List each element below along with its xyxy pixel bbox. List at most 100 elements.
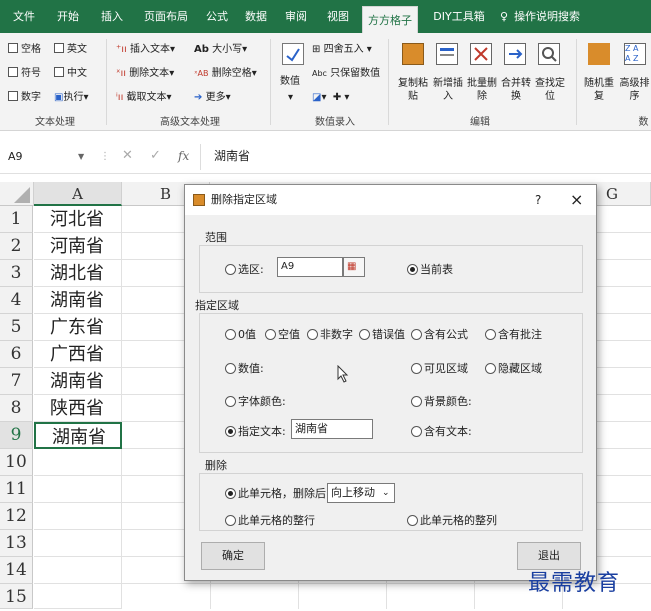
selection-radio[interactable]: 选区:	[225, 263, 264, 277]
close-icon[interactable]: ×	[570, 185, 583, 215]
number-value-radio[interactable]: 数值:	[225, 362, 264, 376]
selection-input[interactable]: A9	[277, 257, 343, 277]
delete-space-button[interactable]: ˣAB 删除空格▾	[194, 67, 257, 81]
specified-text-radio[interactable]: 指定文本:	[225, 425, 286, 439]
fx-button[interactable]: fx	[178, 149, 189, 163]
checkbox-space[interactable]: 空格	[8, 43, 41, 57]
more-button[interactable]: ➔ 更多▾	[194, 91, 231, 105]
tab-view[interactable]: 视图	[318, 0, 358, 33]
cell[interactable]: 广西省	[34, 341, 122, 368]
insert-text-icon: ⁺ıı	[116, 44, 127, 55]
random-repeat-button[interactable]: 随机重复	[582, 77, 616, 103]
active-cell[interactable]: 湖南省	[34, 422, 122, 449]
row-header[interactable]: 15	[0, 584, 33, 609]
cell[interactable]	[34, 503, 122, 530]
cell[interactable]: 湖南省	[34, 287, 122, 314]
round-button[interactable]: ⊞ 四舍五入 ▾	[312, 43, 372, 57]
cell[interactable]: 河北省	[34, 206, 122, 233]
cell[interactable]: 陕西省	[34, 395, 122, 422]
tab-data[interactable]: 数据	[238, 0, 274, 33]
tab-search[interactable]: ♀ 操作说明搜索	[500, 0, 600, 33]
checkbox-chinese[interactable]: 中文	[54, 67, 87, 81]
insert-new-icon	[436, 43, 458, 65]
cell[interactable]	[34, 584, 122, 609]
whole-column-radio[interactable]: 此单元格的整列	[407, 514, 497, 528]
copy-paste-button[interactable]: 复制粘贴	[396, 77, 430, 103]
font-color-radio[interactable]: 字体颜色:	[225, 395, 286, 409]
cell[interactable]: 湖北省	[34, 260, 122, 287]
row-header[interactable]: 6	[0, 341, 33, 368]
error-value-radio[interactable]: 错误值	[359, 328, 405, 342]
tab-diy-toolbox[interactable]: DIY工具箱	[424, 0, 494, 33]
formula-input[interactable]: 湖南省	[214, 149, 250, 163]
cell[interactable]	[34, 476, 122, 503]
non-number-radio[interactable]: 非数字	[307, 328, 353, 342]
row-header[interactable]: 11	[0, 476, 33, 503]
cancel-icon[interactable]: ✕	[122, 149, 133, 163]
specified-text-input[interactable]: 湖南省	[291, 419, 373, 439]
name-box[interactable]: A9 ▼	[4, 146, 90, 168]
insert-new-button[interactable]: 新增插入	[432, 77, 464, 103]
find-locate-button[interactable]: 查找定位	[534, 77, 566, 103]
row-header[interactable]: 14	[0, 557, 33, 584]
row-header[interactable]: 4	[0, 287, 33, 314]
advanced-sort-button[interactable]: 高级排序	[618, 77, 651, 103]
row-header[interactable]: 2	[0, 233, 33, 260]
range-picker-button[interactable]: ▦	[343, 257, 365, 277]
checkbox-symbol[interactable]: 符号	[8, 67, 41, 81]
row-header[interactable]: 13	[0, 530, 33, 557]
cell[interactable]	[34, 449, 122, 476]
whole-row-radio[interactable]: 此单元格的整行	[225, 514, 315, 528]
row-header[interactable]: 12	[0, 503, 33, 530]
case-button[interactable]: Ab 大小写▾	[194, 43, 247, 57]
zero-value-radio[interactable]: 0值	[225, 328, 256, 342]
delete-text-button[interactable]: ˣıı 删除文本▾	[116, 67, 174, 81]
row-header[interactable]: 7	[0, 368, 33, 395]
hidden-area-radio[interactable]: 隐藏区域	[485, 362, 542, 376]
checkbox-number[interactable]: 数字	[8, 91, 41, 105]
keep-values-button[interactable]: Abc 只保留数值	[312, 67, 380, 81]
number-button[interactable]: 数值	[280, 75, 300, 89]
has-formula-radio[interactable]: 含有公式	[411, 328, 468, 342]
cell[interactable]: 河南省	[34, 233, 122, 260]
range-picker-icon: ▦	[347, 261, 357, 272]
blank-radio[interactable]: 空值	[265, 328, 300, 342]
dialog-titlebar: 删除指定区域 ? ×	[185, 185, 596, 215]
number-format-button[interactable]: ◪▾ ✚ ▾	[312, 91, 349, 105]
row-header[interactable]: 3	[0, 260, 33, 287]
bg-color-radio[interactable]: 背景颜色:	[411, 395, 472, 409]
tab-insert[interactable]: 插入	[92, 0, 132, 33]
insert-text-button[interactable]: ⁺ıı 插入文本▾	[116, 43, 175, 57]
execute-button[interactable]: ▣执行▾	[54, 91, 88, 105]
has-comment-radio[interactable]: 含有批注	[485, 328, 542, 342]
help-button[interactable]: ?	[535, 185, 541, 215]
cell[interactable]	[34, 557, 122, 584]
row-header[interactable]: 9	[0, 422, 33, 449]
column-header-a[interactable]: A	[34, 182, 122, 206]
shift-select[interactable]: 向上移动 ⌄	[327, 483, 395, 503]
cell[interactable]: 广东省	[34, 314, 122, 341]
checkbox-english[interactable]: 英文	[54, 43, 87, 57]
contains-text-radio[interactable]: 含有文本:	[411, 425, 472, 439]
cell[interactable]	[34, 530, 122, 557]
tab-formulas[interactable]: 公式	[200, 0, 234, 33]
cell[interactable]: 湖南省	[34, 368, 122, 395]
row-header[interactable]: 1	[0, 206, 33, 233]
tab-page-layout[interactable]: 页面布局	[136, 0, 196, 33]
tab-home[interactable]: 开始	[48, 0, 88, 33]
ok-button[interactable]: 确定	[201, 542, 265, 570]
visible-area-radio[interactable]: 可见区域	[411, 362, 468, 376]
row-header[interactable]: 10	[0, 449, 33, 476]
batch-delete-button[interactable]: 批量删除	[466, 77, 498, 103]
tab-file[interactable]: 文件	[4, 0, 44, 33]
tab-fangfanggezi[interactable]: 方方格子	[362, 6, 418, 33]
extract-text-button[interactable]: ⁱıı 截取文本▾	[116, 91, 172, 105]
this-cell-radio[interactable]: 此单元格，删除后	[225, 487, 326, 501]
confirm-icon[interactable]: ✓	[150, 149, 161, 163]
select-all-corner[interactable]	[0, 182, 34, 206]
current-sheet-radio[interactable]: 当前表	[407, 263, 453, 277]
row-header[interactable]: 8	[0, 395, 33, 422]
row-header[interactable]: 5	[0, 314, 33, 341]
tab-review[interactable]: 审阅	[278, 0, 314, 33]
merge-convert-button[interactable]: 合并转换	[500, 77, 532, 103]
